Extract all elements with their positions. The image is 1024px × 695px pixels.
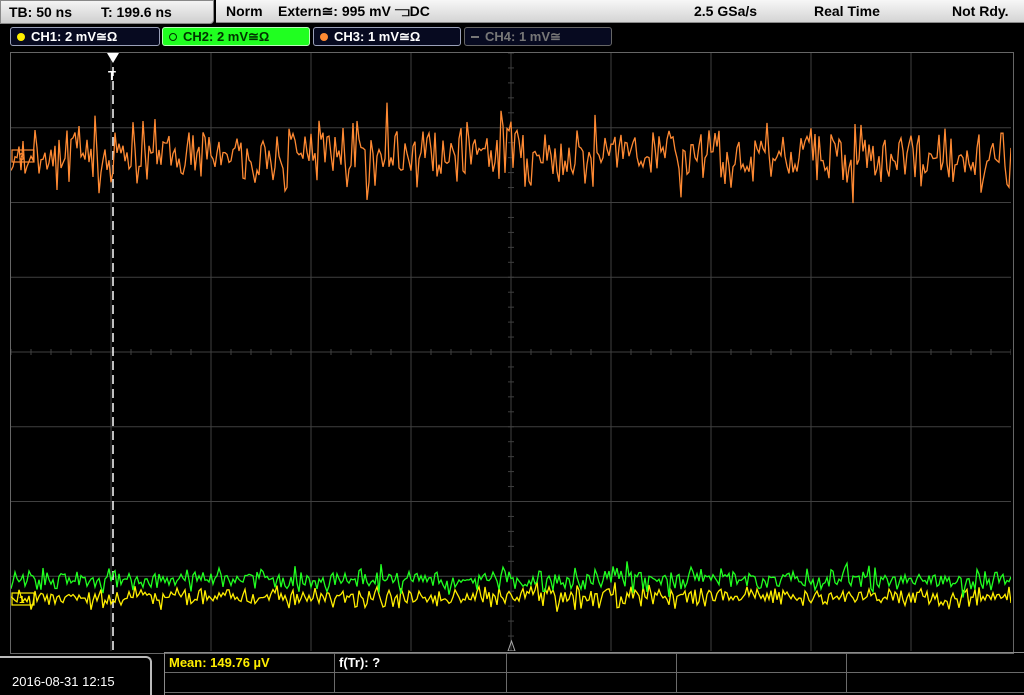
channel-1-level-label: 1 — [19, 595, 25, 606]
measurement-cell-mean[interactable]: Mean: 149.76 µV — [165, 653, 335, 673]
trigger-position-arrow-icon — [107, 53, 119, 63]
measurement-cell-empty[interactable] — [847, 673, 1024, 693]
channel-2-button[interactable]: CH2: 2 mV≅Ω — [162, 27, 310, 46]
ready-status: Not Rdy. — [952, 3, 1009, 19]
measurement-cell-empty[interactable] — [165, 673, 335, 693]
channel-1-button[interactable]: CH1: 2 mV≅Ω — [10, 27, 160, 46]
graticule — [11, 53, 1011, 651]
trigger-marker-label: T — [108, 68, 116, 83]
trigger-time-value: T: 199.6 ns — [101, 4, 172, 20]
channel-4-button[interactable]: CH4: 1 mV≅ — [464, 27, 612, 46]
trigger-status-bar[interactable]: Norm Extern≅: 995 mV ⫎DC 2.5 GSa/s Real … — [216, 0, 1024, 23]
channel-3-level-label: 3 — [19, 152, 25, 163]
waveform-canvas: T 3 1 — [11, 53, 1011, 651]
datetime-panel: 2016-08-31 12:15 — [0, 656, 152, 695]
measurement-bar[interactable]: Mean: 149.76 µV f(Tr): ? — [164, 652, 1024, 695]
channel-1-indicator-icon — [17, 33, 25, 41]
trigger-mode: Norm — [226, 3, 263, 19]
channel-4-label: CH4: 1 mV≅ — [485, 29, 561, 44]
channel-2-label: CH2: 2 mV≅Ω — [183, 29, 270, 44]
timebase-panel[interactable]: TB: 50 ns T: 199.6 ns — [0, 0, 214, 24]
channel-4-indicator-icon — [471, 36, 479, 38]
channel-3-button[interactable]: CH3: 1 mV≅Ω — [313, 27, 461, 46]
measurement-cell-frequency[interactable]: f(Tr): ? — [335, 653, 507, 673]
channel-3-indicator-icon — [320, 33, 328, 41]
datetime-text: 2016-08-31 12:15 — [12, 674, 115, 689]
channel-3-label: CH3: 1 mV≅Ω — [334, 29, 421, 44]
measurement-cell-empty[interactable] — [507, 673, 677, 693]
sample-rate: 2.5 GSa/s — [694, 3, 758, 19]
acquisition-mode: Real Time — [814, 3, 880, 19]
measurement-cell-empty[interactable] — [847, 653, 1024, 673]
channel-1-label: CH1: 2 mV≅Ω — [31, 29, 118, 44]
measurement-cell-empty[interactable] — [335, 673, 507, 693]
measurement-mean: Mean: 149.76 µV — [169, 655, 270, 670]
top-bar: TB: 50 ns T: 199.6 ns Norm Extern≅: 995 … — [0, 0, 1024, 24]
timebase-value: TB: 50 ns — [9, 4, 73, 20]
channel-2-indicator-icon — [169, 33, 177, 41]
waveform-display[interactable]: T 3 1 — [10, 52, 1014, 654]
measurement-cell-empty[interactable] — [677, 673, 847, 693]
measurement-frequency: f(Tr): ? — [339, 655, 381, 670]
measurement-cell-empty[interactable] — [507, 653, 677, 673]
trigger-source: Extern≅: 995 mV ⫎DC — [278, 3, 430, 19]
measurement-cell-empty[interactable] — [677, 653, 847, 673]
